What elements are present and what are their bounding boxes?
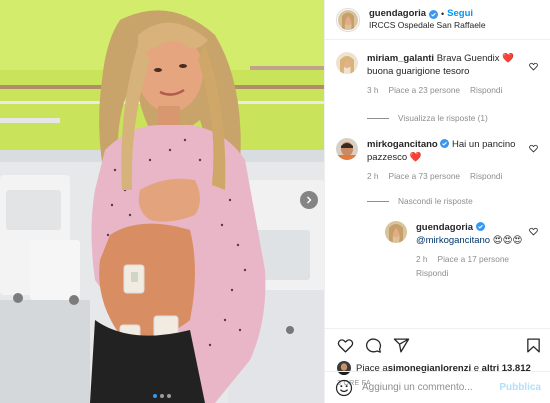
reply-avatar[interactable]	[385, 221, 407, 243]
commenter-avatar[interactable]	[336, 52, 358, 74]
reply-button[interactable]: Rispondi	[470, 171, 502, 182]
comment-icon[interactable]	[365, 337, 382, 354]
reply-username[interactable]: guendagoria	[416, 222, 473, 233]
avatar-image	[336, 138, 358, 160]
reply-mention[interactable]: @mirkogancitano	[416, 235, 490, 246]
verified-badge-icon	[475, 222, 485, 231]
avatar-image	[336, 52, 358, 74]
reply-text: guendagoria @mirkogancitano 😍😍😍	[416, 221, 536, 247]
carousel-dot	[167, 394, 171, 398]
carousel-indicators	[0, 394, 324, 398]
comment-username[interactable]: mirkogancitano	[367, 139, 438, 150]
chevron-right-icon	[307, 196, 312, 204]
comment-heart-icon[interactable]	[529, 62, 538, 71]
replies-line	[367, 200, 389, 202]
reply-button[interactable]: Rispondi	[470, 85, 502, 96]
post-header: guendagoria • Segui IRCCS Ospedale San R…	[325, 0, 550, 40]
heart-icon[interactable]	[337, 337, 354, 354]
commenter-avatar[interactable]	[336, 138, 358, 160]
comment-time: 2 h	[367, 171, 379, 182]
comment-meta: 3 h Piace a 23 persone Rispondi	[367, 85, 527, 96]
post-photo[interactable]	[0, 0, 324, 403]
comment-item: mirkogancitano Hai un pancino pazzesco ❤…	[336, 138, 527, 183]
comment-meta: 2 h Piace a 73 persone Rispondi	[367, 171, 527, 182]
replies-toggle-label: Nascondi le risposte	[398, 196, 473, 206]
post-location[interactable]: IRCCS Ospedale San Raffaele	[369, 20, 486, 31]
heart-emoji: ❤️	[409, 152, 422, 164]
comment-text: mirkogancitano Hai un pancino pazzesco ❤…	[367, 138, 527, 164]
reply-heart-icon[interactable]	[529, 227, 538, 236]
heart-emoji: ❤️	[502, 53, 515, 64]
view-replies-toggle[interactable]: Visualizza le risposte (1)	[367, 113, 488, 123]
comment-time: 3 h	[367, 85, 379, 96]
post-side-panel: guendagoria • Segui IRCCS Ospedale San R…	[324, 0, 550, 403]
header-separator: •	[441, 8, 445, 19]
comment-item: miriam_galanti Brava Guendix ❤️ buona gua…	[336, 52, 527, 97]
comment-likes[interactable]: Piace a 73 persone	[389, 171, 461, 182]
avatar-image	[385, 221, 407, 243]
reply-likes[interactable]: Piace a 17 persone	[438, 254, 510, 265]
verified-badge-icon	[429, 9, 439, 19]
avatar-image	[338, 9, 358, 30]
smile-icon[interactable]	[335, 379, 353, 397]
instagram-post-modal: guendagoria • Segui IRCCS Ospedale San R…	[0, 0, 550, 403]
post-photo-illustration	[0, 0, 324, 403]
bookmark-icon[interactable]	[525, 337, 542, 354]
carousel-next-button[interactable]	[300, 191, 318, 209]
share-icon[interactable]	[393, 337, 410, 354]
reply-time: 2 h	[416, 254, 428, 265]
publish-button[interactable]: Pubblica	[499, 382, 541, 393]
reply-emojis: 😍😍😍	[492, 235, 523, 247]
follow-button[interactable]: Segui	[447, 8, 473, 20]
action-bar	[337, 337, 542, 354]
comments-list[interactable]: miriam_galanti Brava Guendix ❤️ buona gua…	[325, 41, 550, 328]
hide-replies-toggle[interactable]: Nascondi le risposte	[367, 196, 473, 206]
comment-text: miriam_galanti Brava Guendix ❤️ buona gua…	[367, 52, 527, 78]
comment-composer: Pubblica	[325, 371, 550, 403]
comment-heart-icon[interactable]	[529, 144, 538, 153]
comment-username[interactable]: miriam_galanti	[367, 53, 434, 64]
comment-message: Brava Guendix	[436, 53, 503, 64]
comment-message-cont: buona guarigione tesoro	[367, 66, 470, 78]
comment-likes[interactable]: Piace a 23 persone	[389, 85, 461, 96]
replies-toggle-label: Visualizza le risposte (1)	[398, 113, 488, 123]
comment-input[interactable]	[362, 382, 500, 393]
replies-line	[367, 117, 389, 119]
author-avatar[interactable]	[336, 7, 360, 32]
reply-meta: 2 h Piace a 17 persone Rispondi	[416, 254, 536, 279]
reply-button[interactable]: Rispondi	[416, 268, 448, 279]
carousel-dot	[160, 394, 164, 398]
verified-badge-icon	[440, 139, 450, 148]
carousel-dot-active	[153, 394, 157, 398]
reply-item: guendagoria @mirkogancitano 😍😍😍 2 h Piac…	[385, 221, 536, 279]
author-username[interactable]: guendagoria	[369, 8, 426, 20]
